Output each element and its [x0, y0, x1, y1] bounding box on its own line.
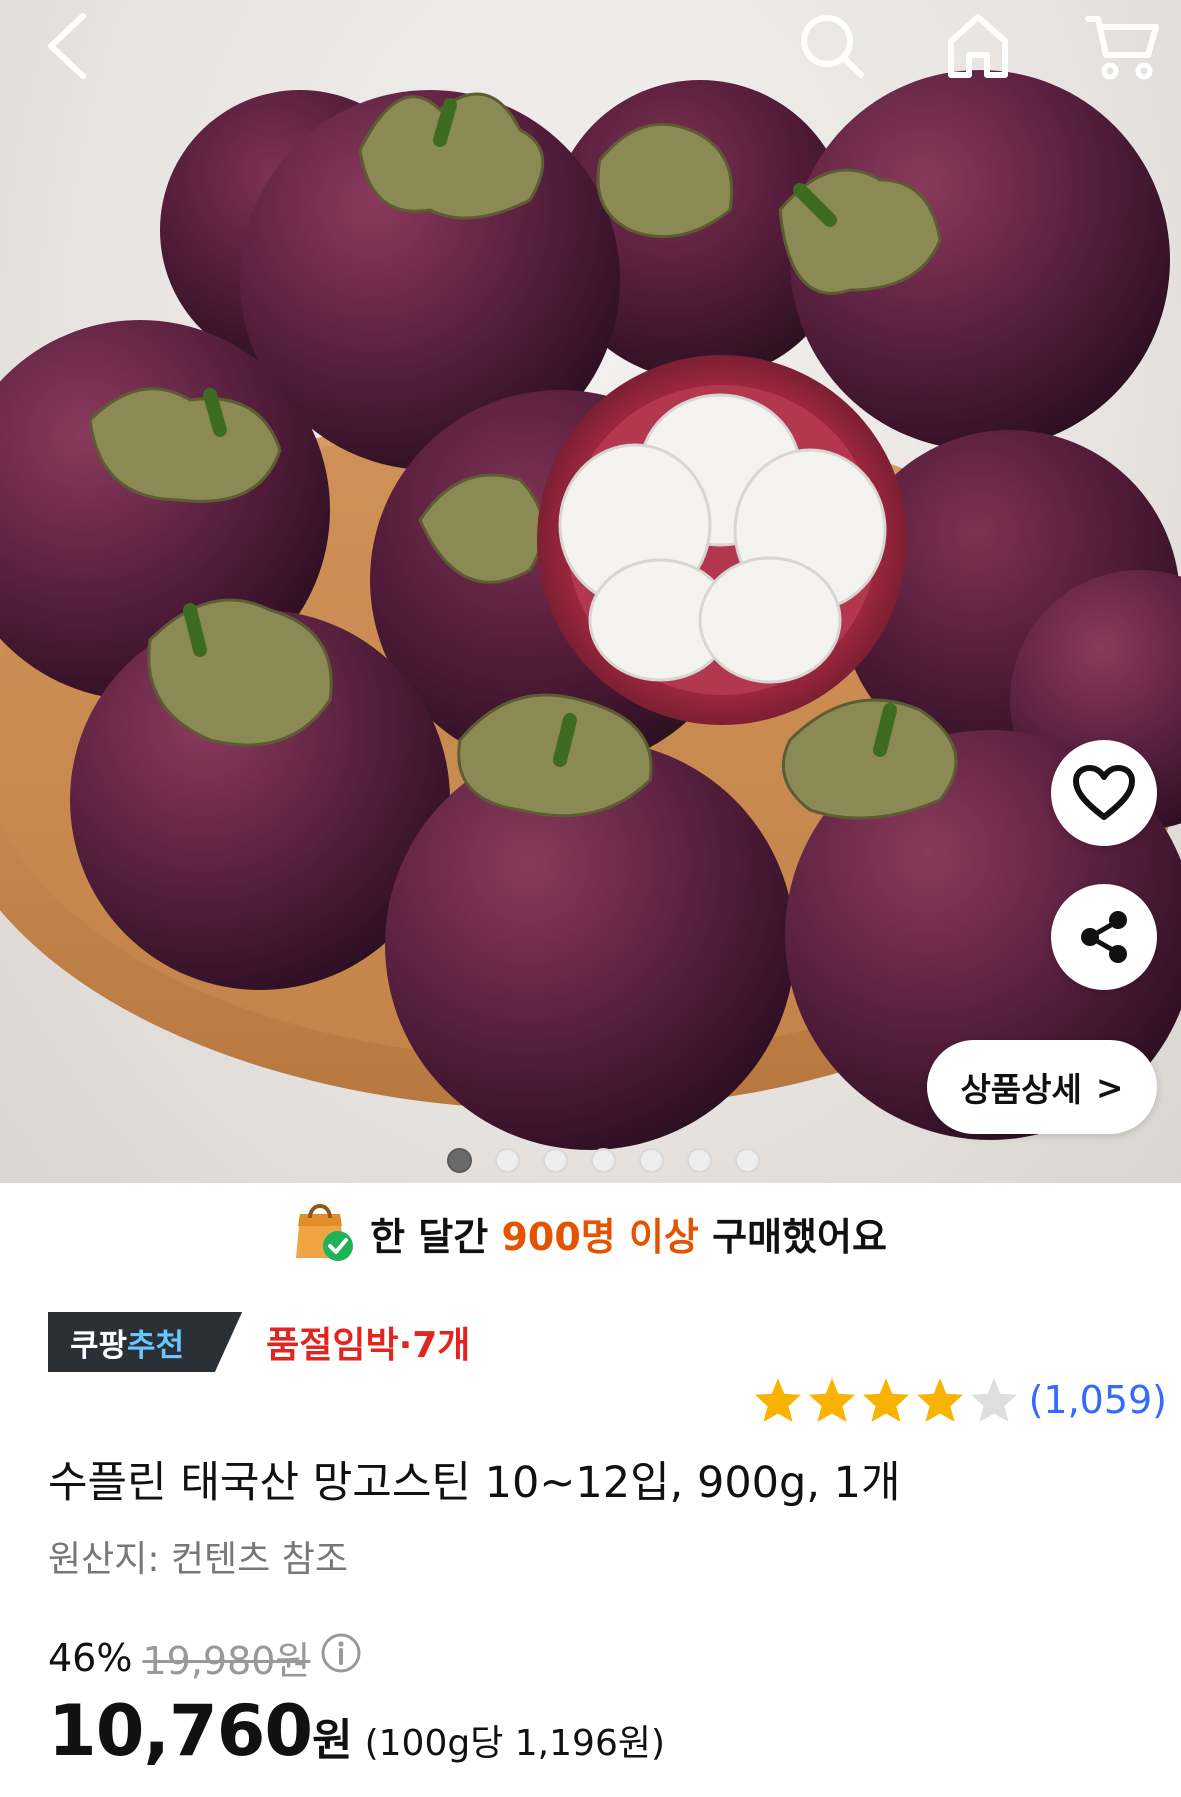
gallery-pagination [447, 1148, 760, 1173]
search-icon[interactable] [792, 6, 872, 86]
star-empty-icon [970, 1378, 1017, 1422]
pagination-dot[interactable] [687, 1148, 712, 1173]
discount-rate: 46% [48, 1635, 133, 1680]
pagination-dot[interactable] [447, 1148, 472, 1173]
pagination-dot[interactable] [591, 1148, 616, 1173]
sale-price-row: 10,760 원 (100g당 1,196원) [48, 1690, 665, 1772]
product-title: 수플린 태국산 망고스틴 10~12입, 900g, 1개 [48, 1458, 901, 1508]
heart-icon [1073, 765, 1135, 820]
share-button[interactable] [1051, 884, 1157, 990]
pagination-dot[interactable] [495, 1148, 520, 1173]
info-icon[interactable] [320, 1632, 362, 1683]
original-price: 19,980원 [142, 1639, 311, 1683]
share-icon [1081, 911, 1127, 963]
banner-suffix: 구매했어요 [712, 1214, 887, 1259]
badge-recommend-text: 추천 [127, 1327, 185, 1364]
chevron-right-icon: > [1095, 1067, 1124, 1107]
badge-row: 쿠팡 추천 품절임박·7개 [48, 1312, 470, 1372]
product-detail-label: 상품상세 [960, 1070, 1082, 1109]
star-filled-icon [862, 1378, 909, 1422]
unit-price: (100g당 1,196원) [364, 1723, 666, 1764]
star-filled-icon [754, 1378, 801, 1422]
product-image-gallery[interactable]: 상품상세 > [0, 0, 1181, 1183]
shopping-bag-check-icon [294, 1196, 354, 1271]
low-stock-badge: 품절임박·7개 [266, 1325, 471, 1366]
chevron-left-icon[interactable] [28, 6, 108, 86]
purchase-count-banner: 한 달간 900명 이상 구매했어요 [0, 1183, 1181, 1283]
home-icon[interactable] [938, 6, 1018, 86]
pagination-dot[interactable] [543, 1148, 568, 1173]
wishlist-button[interactable] [1051, 740, 1157, 846]
banner-prefix: 한 달간 [370, 1214, 489, 1259]
top-nav-bar [0, 0, 1181, 90]
banner-highlight: 900명 이상 [501, 1214, 699, 1259]
pagination-dot[interactable] [735, 1148, 760, 1173]
star-filled-icon [916, 1378, 963, 1422]
star-filled-icon [808, 1378, 855, 1422]
discount-row: 46% 19,980원 [48, 1630, 362, 1685]
review-count[interactable]: (1,059) [1029, 1378, 1167, 1422]
product-detail-button[interactable]: 상품상세 > [927, 1040, 1157, 1134]
sale-price-unit: 원 [312, 1715, 353, 1766]
rating-summary[interactable]: (1,059) [753, 1372, 1167, 1428]
product-origin: 원산지: 컨텐츠 참조 [48, 1539, 348, 1580]
sale-price: 10,760 [48, 1690, 313, 1772]
cart-icon[interactable] [1082, 6, 1162, 86]
badge-brand-text: 쿠팡 [70, 1327, 128, 1364]
product-image [0, 70, 1181, 1150]
coupang-recommend-badge: 쿠팡 추천 [48, 1312, 243, 1372]
pagination-dot[interactable] [639, 1148, 664, 1173]
